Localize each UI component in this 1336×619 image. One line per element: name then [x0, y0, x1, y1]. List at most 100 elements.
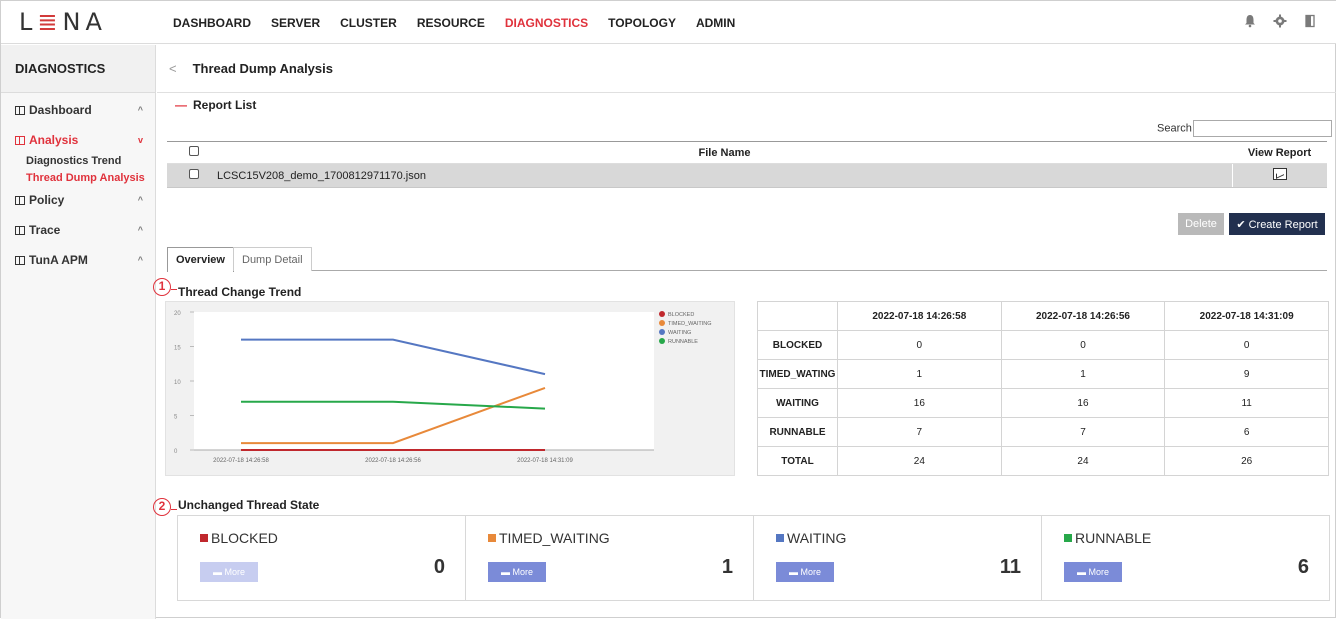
- row-header: WAITING: [757, 388, 838, 418]
- sidebar-item-label: Analysis: [29, 133, 79, 147]
- card-blocked: BLOCKED ▬ More 0: [178, 516, 466, 600]
- column-header: 2022-07-18 14:31:09: [1164, 301, 1329, 331]
- menu-admin[interactable]: ADMIN: [696, 16, 735, 30]
- more-button[interactable]: ▬ More: [1064, 562, 1122, 582]
- sidebar-item-dashboard[interactable]: Dashboard ^: [1, 97, 155, 123]
- menu-diagnostics[interactable]: DIAGNOSTICS: [505, 16, 588, 30]
- row-header: RUNNABLE: [757, 417, 838, 447]
- bell-icon[interactable]: [1243, 14, 1257, 28]
- search-input[interactable]: [1192, 120, 1332, 137]
- leader-line: [171, 509, 177, 510]
- thread-state-cards: BLOCKED ▬ More 0 TIMED_WAITING ▬ More 1 …: [177, 515, 1330, 601]
- row-header: TOTAL: [757, 446, 838, 476]
- create-report-button[interactable]: ✔ Create Report: [1229, 213, 1325, 235]
- row-checkbox[interactable]: [189, 169, 199, 179]
- menu-server[interactable]: SERVER: [271, 16, 320, 30]
- file-name-cell: LCSC15V208_demo_1700812971170.json: [217, 163, 1232, 188]
- leader-line: [171, 289, 177, 290]
- tab-overview[interactable]: Overview: [167, 247, 234, 272]
- menu-dashboard[interactable]: DASHBOARD: [173, 16, 251, 30]
- app-logo[interactable]: L≣NA: [19, 8, 107, 36]
- card-label: WAITING: [787, 530, 847, 546]
- chevron-down-icon: v: [137, 135, 143, 145]
- blocked-color-square: [200, 534, 208, 542]
- timed-waiting-color-square: [488, 534, 496, 542]
- door-icon[interactable]: [1303, 14, 1317, 28]
- menu-cluster[interactable]: CLUSTER: [340, 16, 397, 30]
- more-button[interactable]: ▬ More: [488, 562, 546, 582]
- sidebar-item-tuna-apm[interactable]: TunA APM ^: [1, 247, 155, 273]
- select-all-checkbox[interactable]: [189, 146, 199, 156]
- table-corner: [757, 301, 838, 331]
- legend-label: RUNNABLE: [668, 339, 698, 345]
- grid-icon: [15, 226, 25, 235]
- table-row[interactable]: LCSC15V208_demo_1700812971170.json: [167, 163, 1327, 188]
- table-cell: 9: [1164, 359, 1329, 389]
- legend-marker-runnable: [659, 338, 665, 344]
- sidebar-item-analysis[interactable]: Analysis v: [1, 127, 155, 153]
- report-table: File Name View Report LCSC15V208_demo_17…: [167, 141, 1327, 188]
- legend-marker-timed_waiting: [659, 320, 665, 326]
- y-tick-label: 20: [174, 311, 181, 317]
- back-icon[interactable]: <: [169, 61, 177, 76]
- card-value: 6: [1297, 556, 1309, 578]
- y-tick-label: 0: [174, 449, 178, 455]
- table-cell: 24: [837, 446, 1002, 476]
- table-row: BLOCKED 0 0 0: [757, 330, 1329, 360]
- table-row: TOTAL 24 24 26: [757, 446, 1329, 476]
- gear-icon[interactable]: [1273, 14, 1287, 28]
- sidebar-item-policy[interactable]: Policy ^: [1, 187, 155, 213]
- main-content: < Thread Dump Analysis — Report List Searc…: [153, 45, 1336, 619]
- row-header: TIMED_WATING: [757, 359, 838, 389]
- comment-icon: ▬: [212, 567, 222, 577]
- top-bar: L≣NA DASHBOARD SERVER CLUSTER RESOURCE D…: [1, 1, 1336, 44]
- tab-bar: Overview Dump Detail: [167, 247, 1327, 272]
- table-cell: 0: [837, 330, 1002, 360]
- section-number-1: 1: [153, 278, 171, 296]
- top-icons: [1243, 14, 1317, 28]
- sidebar-item-label: Policy: [29, 193, 65, 207]
- sidebar-item-trace[interactable]: Trace ^: [1, 217, 155, 243]
- card-waiting: WAITING ▬ More 11: [754, 516, 1042, 600]
- legend-label: TIMED_WAITING: [668, 321, 712, 327]
- menu-topology[interactable]: TOPOLOGY: [608, 16, 676, 30]
- menu-resource[interactable]: RESOURCE: [417, 16, 485, 30]
- table-cell: 0: [1000, 330, 1166, 360]
- table-cell: 16: [1000, 388, 1166, 418]
- y-tick-label: 10: [174, 380, 181, 386]
- column-header-file-name: File Name: [217, 141, 1232, 164]
- table-cell: 7: [837, 417, 1002, 447]
- breadcrumb: < Thread Dump Analysis: [157, 45, 1336, 93]
- runnable-color-square: [1064, 534, 1072, 542]
- thread-state-table: 2022-07-18 14:26:58 2022-07-18 14:26:56 …: [757, 301, 1329, 476]
- thread-change-trend-title: Thread Change Trend: [178, 285, 302, 299]
- column-header-view-report: View Report: [1232, 141, 1327, 164]
- plot-area: [194, 312, 654, 450]
- comment-icon: ▬: [1076, 567, 1086, 577]
- column-header: 2022-07-18 14:26:58: [837, 301, 1002, 331]
- tab-dump-detail[interactable]: Dump Detail: [233, 247, 312, 271]
- main-menu: DASHBOARD SERVER CLUSTER RESOURCE DIAGNO…: [173, 1, 755, 44]
- table-cell: 7: [1000, 417, 1166, 447]
- delete-button[interactable]: Delete: [1178, 213, 1224, 235]
- more-button[interactable]: ▬ More: [776, 562, 834, 582]
- sidebar-item-label: TunA APM: [29, 253, 88, 267]
- report-list-title[interactable]: — Report List: [175, 98, 256, 112]
- sidebar-subitem-thread-dump-analysis[interactable]: Thread Dump Analysis: [1, 170, 155, 187]
- grid-icon: [15, 136, 25, 145]
- table-cell: 0: [1164, 330, 1329, 360]
- sidebar: DIAGNOSTICS Dashboard ^ Analysis v Diagnos…: [1, 45, 156, 619]
- view-report-chart-icon[interactable]: [1272, 168, 1287, 180]
- grid-icon: [15, 106, 25, 115]
- table-cell: 1: [1000, 359, 1166, 389]
- search-label: Search: [1157, 122, 1192, 135]
- comment-icon: ▬: [500, 567, 510, 577]
- row-header: BLOCKED: [757, 330, 838, 360]
- table-row: WAITING 16 16 11: [757, 388, 1329, 418]
- table-cell: 16: [837, 388, 1002, 418]
- card-value: 1: [721, 556, 733, 578]
- card-label: TIMED_WAITING: [499, 530, 610, 546]
- chevron-up-icon: ^: [137, 255, 143, 265]
- sidebar-subitem-diagnostics-trend[interactable]: Diagnostics Trend: [1, 153, 155, 170]
- more-button[interactable]: ▬ More: [200, 562, 258, 582]
